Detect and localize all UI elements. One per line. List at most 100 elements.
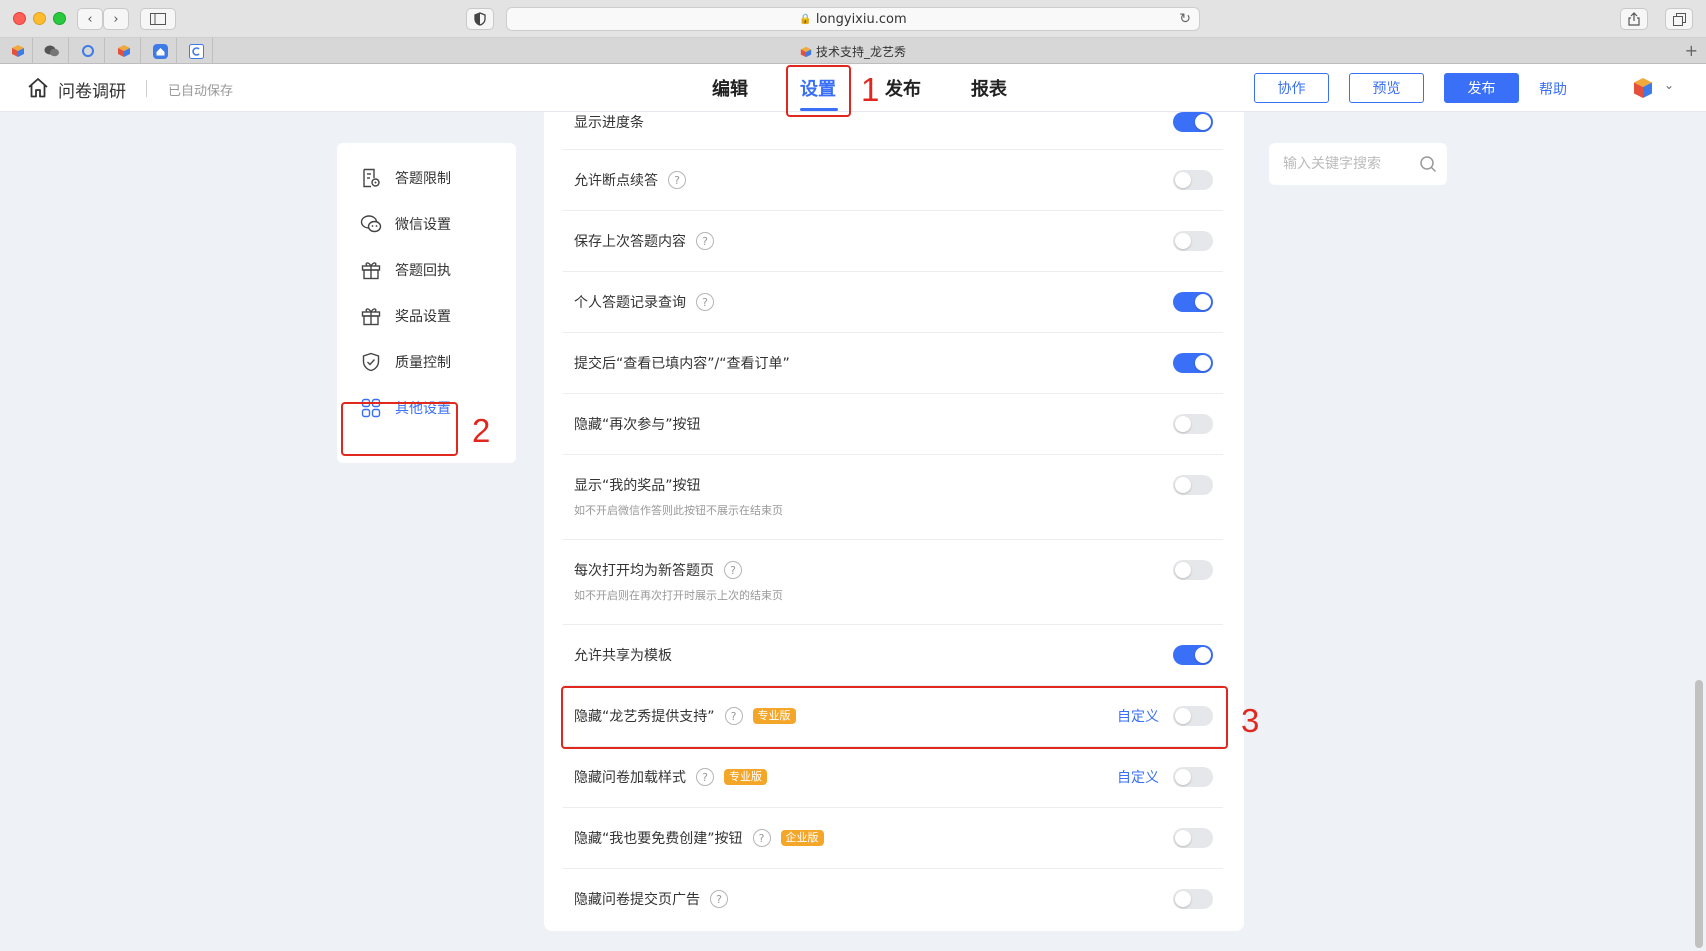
home-icon[interactable]: [26, 76, 50, 100]
annotation-box-2: [341, 402, 458, 456]
annotation-number-1: 1: [861, 71, 880, 108]
sidebar-toggle-button[interactable]: [140, 8, 176, 30]
sidebar-item-answer-limit[interactable]: 答题限制: [349, 153, 504, 203]
setting-label: 显示“我的奖品”按钮: [574, 478, 701, 494]
share-button[interactable]: [1620, 8, 1648, 30]
toggle-switch[interactable]: [1173, 645, 1213, 665]
plus-icon: +: [1684, 41, 1698, 60]
help-icon[interactable]: ?: [710, 890, 728, 908]
setting-label: 每次打开均为新答题页?: [574, 560, 742, 580]
setting-row-save-last: 保存上次答题内容?: [563, 211, 1223, 272]
preview-button[interactable]: 预览: [1349, 73, 1424, 103]
sidebar-item-wechat[interactable]: 微信设置: [349, 199, 504, 249]
tab-report[interactable]: 报表: [971, 75, 1007, 101]
sidebar-item-receipt[interactable]: 答题回执: [349, 245, 504, 295]
tabs-overview-button[interactable]: [1665, 8, 1693, 30]
setting-row-hide-loading: 隐藏问卷加载样式? 专业版 自定义: [563, 747, 1223, 808]
customize-link[interactable]: 自定义: [1117, 767, 1159, 787]
help-link[interactable]: 帮助: [1539, 79, 1567, 99]
toggle-switch[interactable]: [1173, 353, 1213, 373]
gift-icon: [359, 258, 383, 282]
setting-label: 保存上次答题内容?: [574, 231, 714, 251]
setting-row-record-query: 个人答题记录查询?: [563, 272, 1223, 333]
collaborate-button[interactable]: 协作: [1254, 73, 1329, 103]
annotation-box-1: [786, 65, 851, 117]
setting-label: 隐藏“再次参与”按钮: [574, 417, 701, 433]
settings-panel: 显示进度条 允许断点续答? 保存上次答题内容? 个人答题记录查询? 提交后“查看…: [544, 112, 1244, 931]
toggle-switch[interactable]: [1173, 414, 1213, 434]
app-header: 问卷调研 已自动保存 编辑 设置 发布 报表 协作 预览 发布 帮助 ⌄: [0, 64, 1706, 112]
url-text: longyixiu.com: [815, 11, 907, 27]
sidebar-item-prize[interactable]: 奖品设置: [349, 291, 504, 341]
toggle-switch[interactable]: [1173, 112, 1213, 132]
back-button[interactable]: ‹: [77, 8, 103, 30]
setting-label: 隐藏问卷提交页广告?: [574, 889, 728, 909]
help-icon[interactable]: ?: [752, 829, 771, 847]
toggle-switch[interactable]: [1173, 292, 1213, 312]
shield-check-icon: [359, 350, 383, 374]
favorites-bar: 技术支持_龙艺秀 +: [0, 38, 1706, 64]
toggle-switch[interactable]: [1173, 231, 1213, 251]
chevron-right-icon: ›: [113, 11, 119, 27]
new-tab-button[interactable]: +: [1685, 41, 1698, 60]
sidebar-icon: [150, 13, 166, 25]
setting-row-new-page: 每次打开均为新答题页? 如不开启则在再次打开时展示上次的结束页: [563, 540, 1223, 625]
enterprise-badge: 企业版: [780, 830, 824, 846]
pro-badge: 专业版: [724, 769, 767, 785]
app-title: 问卷调研: [58, 82, 126, 102]
toggle-switch[interactable]: [1173, 560, 1213, 580]
search-icon[interactable]: [1419, 155, 1437, 173]
setting-label: 个人答题记录查询?: [574, 292, 714, 312]
zoom-window-button[interactable]: [53, 12, 66, 25]
close-window-button[interactable]: [13, 12, 26, 25]
setting-row-hide-rejoin: 隐藏“再次参与”按钮: [563, 394, 1223, 455]
privacy-button[interactable]: [466, 8, 494, 30]
tab-publish[interactable]: 发布: [885, 75, 921, 101]
setting-label: 隐藏问卷加载样式? 专业版: [574, 767, 767, 787]
setting-hint: 如不开启微信作答则此按钮不展示在结束页: [574, 504, 783, 517]
setting-label: 提交后“查看已填内容”/“查看订单”: [574, 356, 790, 372]
page-scrollbar-thumb[interactable]: [1695, 680, 1703, 948]
toggle-switch[interactable]: [1173, 767, 1213, 787]
toggle-switch[interactable]: [1173, 475, 1213, 495]
autosave-status: 已自动保存: [168, 84, 234, 99]
document-settings-icon: [359, 166, 383, 190]
sidebar-item-label: 微信设置: [395, 217, 451, 233]
annotation-box-3: [561, 686, 1228, 749]
setting-row-my-prize: 显示“我的奖品”按钮 如不开启微信作答则此按钮不展示在结束页: [563, 455, 1223, 540]
shield-half-icon: [474, 12, 486, 26]
address-bar[interactable]: 🔒 longyixiu.com ↻: [506, 7, 1200, 31]
reload-icon[interactable]: ↻: [1179, 11, 1191, 27]
help-icon[interactable]: ?: [696, 232, 714, 250]
toggle-switch[interactable]: [1173, 170, 1213, 190]
tabs-icon: [1672, 12, 1686, 26]
toggle-switch[interactable]: [1173, 889, 1213, 909]
avatar[interactable]: [1632, 76, 1654, 100]
sidebar-item-quality[interactable]: 质量控制: [349, 337, 504, 387]
forward-button[interactable]: ›: [103, 8, 129, 30]
tab-edit[interactable]: 编辑: [712, 75, 748, 101]
search-box: [1269, 143, 1447, 185]
help-icon[interactable]: ?: [696, 768, 714, 786]
gift-icon: [359, 304, 383, 328]
header-divider: [146, 80, 147, 97]
search-input[interactable]: [1283, 154, 1413, 174]
active-tab[interactable]: 技术支持_龙艺秀: [0, 43, 1706, 60]
setting-row-progress-bar: 显示进度条: [563, 112, 1223, 150]
setting-label: 隐藏“我也要免费创建”按钮? 企业版: [574, 828, 824, 848]
publish-button[interactable]: 发布: [1444, 73, 1519, 103]
sidebar-item-label: 质量控制: [395, 355, 451, 371]
annotation-number-3: 3: [1241, 702, 1260, 739]
setting-hint: 如不开启则在再次打开时展示上次的结束页: [574, 589, 783, 602]
chevron-down-icon[interactable]: ⌄: [1664, 78, 1674, 92]
help-icon[interactable]: ?: [668, 171, 686, 189]
help-icon[interactable]: ?: [724, 561, 742, 579]
toggle-switch[interactable]: [1173, 828, 1213, 848]
annotation-number-2: 2: [472, 412, 491, 449]
setting-label: 允许断点续答?: [574, 170, 686, 190]
minimize-window-button[interactable]: [33, 12, 46, 25]
browser-toolbar: ‹ › 🔒 longyixiu.com ↻: [0, 0, 1706, 38]
setting-row-hide-submit-ad: 隐藏问卷提交页广告?: [563, 869, 1223, 930]
setting-row-hide-create-free: 隐藏“我也要免费创建”按钮? 企业版: [563, 808, 1223, 869]
help-icon[interactable]: ?: [696, 293, 714, 311]
